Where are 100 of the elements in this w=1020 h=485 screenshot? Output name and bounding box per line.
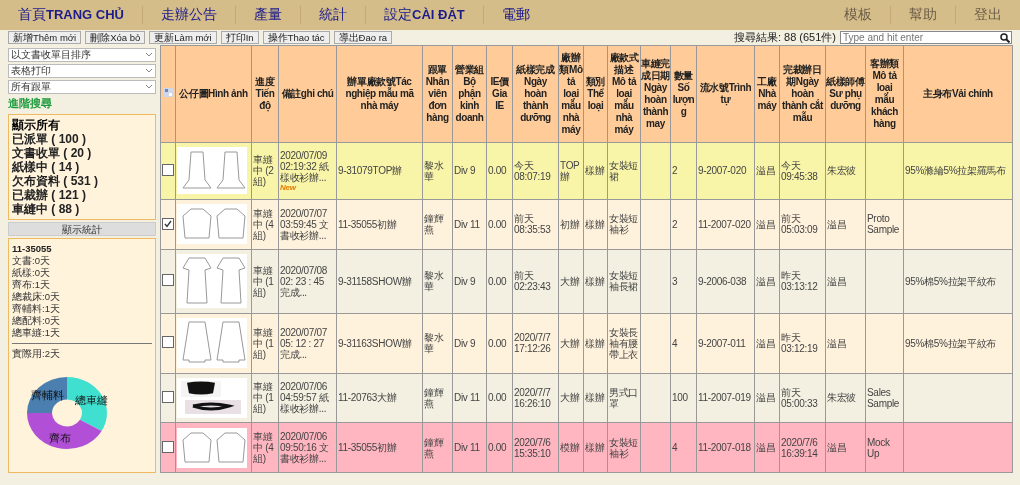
- pattern-date-cell: 前天 08:35:53: [512, 199, 559, 250]
- nav-link[interactable]: 產量: [236, 6, 301, 24]
- toolbar-button[interactable]: 導出Đao ra: [333, 31, 393, 44]
- division-cell: Div 9: [452, 313, 487, 374]
- filter-item[interactable]: 文書收單 ( 20 ): [12, 146, 152, 160]
- nav-link[interactable]: 電郵: [483, 6, 548, 24]
- cut-date-cell: 今天 09:45:38: [779, 142, 826, 200]
- toolbar-button[interactable]: 打印In: [220, 31, 259, 44]
- toolbar-button[interactable]: 新增Thêm mới: [8, 31, 82, 44]
- sort-dropdown[interactable]: 以文書收單目排序: [8, 48, 156, 62]
- factory-cell: 溢昌: [754, 373, 780, 423]
- grid-icon[interactable]: [163, 88, 173, 97]
- division-cell: Div 11: [452, 422, 487, 473]
- pattern-date-cell: 2020/7/7 17:12:26: [512, 313, 559, 374]
- row-checkbox[interactable]: [162, 274, 174, 287]
- pattern-date-cell: 今天 08:07:19: [512, 142, 559, 200]
- column-header[interactable]: 辦單廠款號Tác nghiệp mẫu mã nhà máy: [336, 45, 423, 143]
- column-header[interactable]: 類別Thể loại: [583, 45, 608, 143]
- serial-cell: 9-2006-038: [696, 249, 755, 314]
- style-number-cell: 9-31163SHOW辦: [336, 313, 423, 374]
- search-field[interactable]: Type and hit enter: [840, 31, 1012, 44]
- column-header[interactable]: 備註ghi chú: [278, 45, 337, 143]
- stats-line: 紙樣:0天: [12, 267, 51, 279]
- progress-cell: 車縫中 (2組): [251, 142, 279, 200]
- column-header[interactable]: 數量Số lượng: [670, 45, 697, 143]
- nav-link[interactable]: 登出: [956, 6, 1020, 24]
- customer-type-cell: Sales Sample: [865, 373, 904, 423]
- column-header[interactable]: 進度Tiến độ: [251, 45, 279, 143]
- fabric-cell: 95%棉5%拉架平紋布: [903, 313, 1013, 374]
- search-result-count: 搜尋結果: 88 (651件): [733, 30, 836, 45]
- filter-item[interactable]: 欠布資料 ( 531 ): [12, 174, 152, 188]
- row-checkbox[interactable]: [162, 218, 174, 231]
- filter-item[interactable]: 紙樣中 ( 14 ): [12, 160, 152, 174]
- column-header[interactable]: 廠辦類Mô tả loại mẫu nhà máy: [558, 45, 584, 143]
- show-stats-button[interactable]: 顯示統計: [8, 222, 156, 236]
- serial-cell: 11-2007-019: [696, 373, 755, 423]
- nav-link[interactable]: 模板: [826, 6, 891, 24]
- caret-icon[interactable]: [145, 52, 153, 58]
- serial-cell: 11-2007-020: [696, 199, 755, 250]
- category-cell: 樣辦: [583, 142, 608, 200]
- row-checkbox[interactable]: [162, 163, 174, 176]
- row-checkbox[interactable]: [162, 440, 174, 453]
- division-cell: Div 11: [452, 199, 487, 250]
- remarks-cell: 2020/07/07 05: 12 : 27 完成...: [278, 313, 337, 374]
- fabric-cell: 95%棉5%拉架平紋布: [903, 249, 1013, 314]
- column-header[interactable]: 主身布Vải chính: [903, 45, 1013, 143]
- filter-item[interactable]: 車縫中 ( 88 ): [12, 202, 152, 216]
- sort-dropdown[interactable]: 表格打印: [8, 64, 156, 78]
- sample-type-cell: 初辦: [558, 199, 584, 250]
- column-header[interactable]: 廠款式描述Mô tả loại mẫu nhà máy: [607, 45, 641, 143]
- column-header[interactable]: 工廠Nhà máy: [754, 45, 780, 143]
- quantity-cell: 3: [670, 249, 697, 314]
- remarks-cell: 2020/07/07 03:59:45 文書收衫辦...: [278, 199, 337, 250]
- sort-dropdown[interactable]: 所有跟單: [8, 80, 156, 94]
- progress-cell: 車縫中 (1組): [251, 249, 279, 314]
- quantity-cell: 2: [670, 142, 697, 200]
- column-header[interactable]: 跟單Nhân viên đơn hàng: [422, 45, 453, 143]
- column-header[interactable]: 客辦類Mô tả loại mẫu khách hàng: [865, 45, 904, 143]
- category-cell: 樣辦: [583, 313, 608, 374]
- column-header[interactable]: 完裁辦日期Ngày hoàn thành cắt mẫu: [779, 45, 826, 143]
- nav-link[interactable]: 統計: [301, 6, 366, 24]
- toolbar-button[interactable]: 操作Thao tác: [262, 31, 330, 44]
- sample-type-cell: 大辦: [558, 373, 584, 423]
- row-checkbox[interactable]: [162, 390, 174, 403]
- stats-title: 11-35055: [12, 243, 53, 255]
- filter-item[interactable]: 已派單 ( 100 ): [12, 132, 152, 146]
- quantity-cell: 100: [670, 373, 697, 423]
- toolbar-button[interactable]: 刪除Xóa bỏ: [85, 31, 146, 44]
- nav-link[interactable]: 設定CÀI ĐẶT: [366, 6, 484, 24]
- nav-link[interactable]: 走辦公告: [143, 6, 236, 24]
- stats-line: 總配料:0天: [12, 315, 61, 327]
- nav-link[interactable]: 幫助: [891, 6, 956, 24]
- staff-cell: 鐘輝燕: [422, 422, 453, 473]
- column-header[interactable]: IE價Gia IE: [486, 45, 513, 143]
- filter-item[interactable]: 已裁辦 ( 121 ): [12, 188, 152, 202]
- staff-cell: 鐘輝燕: [422, 199, 453, 250]
- caret-icon[interactable]: [145, 68, 153, 74]
- column-header[interactable]: 公仔圖Hình ảnh: [175, 45, 252, 143]
- cut-date-cell: 昨天 03:12:19: [779, 313, 826, 374]
- remarks-text: 2020/07/09 02:19:32 紙樣收衫辦...: [280, 149, 329, 183]
- column-header[interactable]: 營業組Bộ phận kinh doanh: [452, 45, 487, 143]
- column-header[interactable]: 流水號Trình tự: [696, 45, 755, 143]
- toolbar-button[interactable]: 更新Làm mới: [149, 31, 217, 44]
- slice-label: 齊輔料: [30, 388, 64, 401]
- column-header[interactable]: 車縫完成日期Ngày hoàn thành may: [640, 45, 671, 143]
- column-header[interactable]: 紙樣師傅Sư phụ dưỡng: [825, 45, 866, 143]
- column-header[interactable]: 紙樣完成Ngày hoàn thành dưỡng: [512, 45, 559, 143]
- progress-cell: 車縫中 (1組): [251, 373, 279, 423]
- pattern-master-cell: 朱宏彼: [825, 142, 866, 200]
- nav-link[interactable]: 首頁TRANG CHỦ: [0, 6, 143, 24]
- new-label: New: [280, 182, 297, 192]
- filter-item[interactable]: 顯示所有: [12, 118, 152, 132]
- search-icon[interactable]: [1000, 33, 1010, 43]
- sample-type-cell: 大辦: [558, 313, 584, 374]
- division-cell: Div 9: [452, 142, 487, 200]
- row-checkbox[interactable]: [162, 336, 174, 349]
- ie-price-cell: 0.00: [486, 422, 513, 473]
- stats-total: 實際用:2天: [12, 348, 61, 360]
- factory-cell: 溢昌: [754, 313, 780, 374]
- caret-icon[interactable]: [145, 84, 153, 90]
